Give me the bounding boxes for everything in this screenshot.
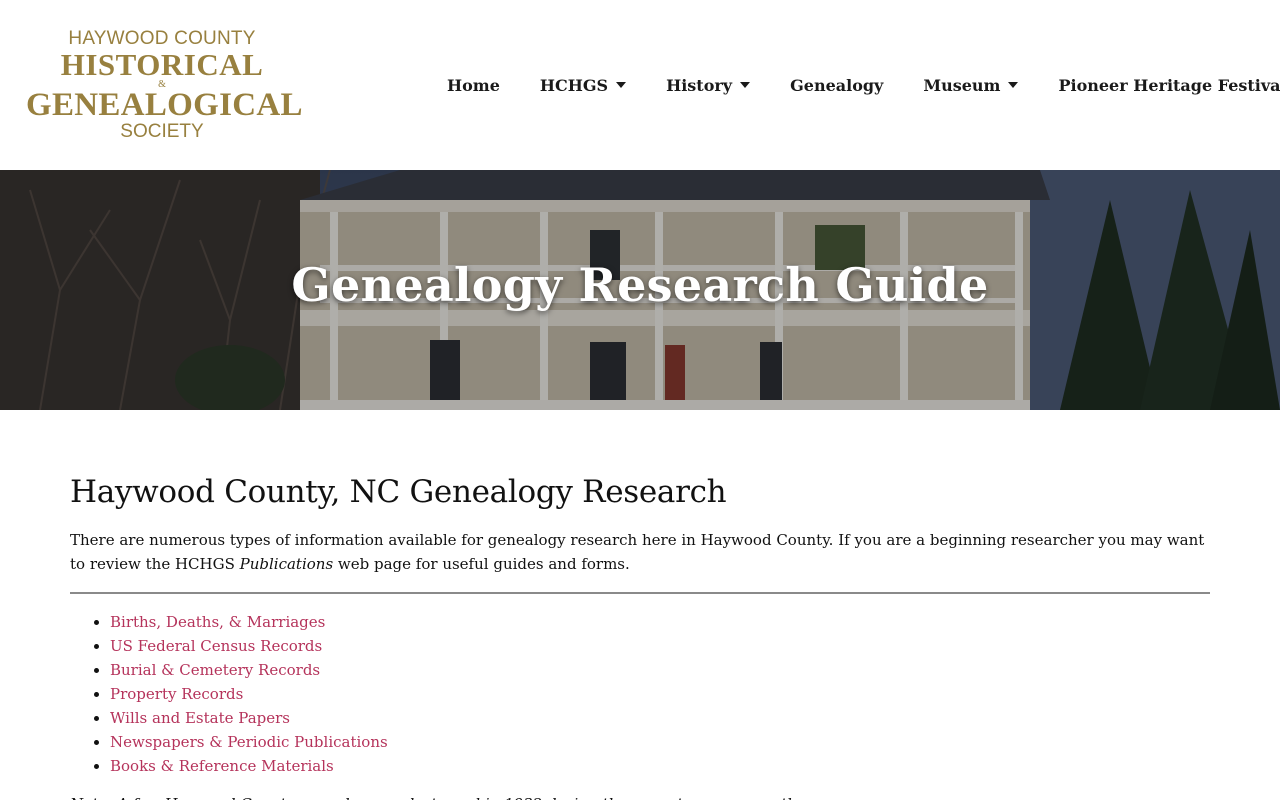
research-links-list: Births, Deaths, & Marriages US Federal C… <box>70 610 1210 778</box>
chevron-down-icon <box>616 82 627 88</box>
link-wills-estate-papers[interactable]: Wills and Estate Papers <box>110 709 290 727</box>
records-note: Note: A few Haywood County records were … <box>70 792 1210 800</box>
logo-line-historical: HISTORICAL <box>60 47 264 82</box>
nav-item-history[interactable]: History <box>666 75 751 95</box>
site-header: HAYWOOD COUNTY HISTORICAL & GENEALOGICAL… <box>0 0 1280 170</box>
nav-item-hchgs[interactable]: HCHGS <box>539 75 627 95</box>
section-heading: Haywood County, NC Genealogy Research <box>70 474 727 510</box>
list-item: Burial & Cemetery Records <box>110 658 1210 682</box>
link-property-records[interactable]: Property Records <box>110 685 243 703</box>
publications-reference: Publications <box>239 555 334 573</box>
hero-banner: Genealogy Research Guide <box>0 170 1280 410</box>
site-logo[interactable]: HAYWOOD COUNTY HISTORICAL & GENEALOGICAL… <box>26 28 303 152</box>
logo-line-society: SOCIETY <box>120 121 204 142</box>
nav-item-label: Genealogy <box>790 75 884 95</box>
logo-line-genealogical: GENEALOGICAL <box>26 87 303 123</box>
chevron-down-icon <box>740 82 751 88</box>
main-content: Haywood County, NC Genealogy Research Th… <box>70 470 1210 800</box>
list-item: Books & Reference Materials <box>110 754 1210 778</box>
nav-item-label: Home <box>447 75 500 95</box>
list-item: US Federal Census Records <box>110 634 1210 658</box>
link-books-reference[interactable]: Books & Reference Materials <box>110 757 334 775</box>
nav-item-label: Pioneer Heritage Festival <box>1058 75 1280 95</box>
nav-item-label: Museum <box>923 75 1001 95</box>
list-item: Newspapers & Periodic Publications <box>110 730 1210 754</box>
link-births-deaths-marriages[interactable]: Births, Deaths, & Marriages <box>110 613 325 631</box>
list-item: Births, Deaths, & Marriages <box>110 610 1210 634</box>
link-newspapers-periodicals[interactable]: Newspapers & Periodic Publications <box>110 733 388 751</box>
nav-item-label: History <box>666 75 733 95</box>
nav-item-label: HCHGS <box>539 75 609 95</box>
link-burial-cemetery-records[interactable]: Burial & Cemetery Records <box>110 661 320 679</box>
main-nav: Home HCHGS History Genealogy Museum Pion… <box>447 72 1280 98</box>
list-item: Property Records <box>110 682 1210 706</box>
link-census-records[interactable]: US Federal Census Records <box>110 637 322 655</box>
intro-paragraph: There are numerous types of information … <box>70 528 1210 576</box>
intro-text-end: web page for useful guides and forms. <box>333 555 630 573</box>
nav-item-pioneer-heritage-festival[interactable]: Pioneer Heritage Festival <box>1058 76 1280 95</box>
nav-item-museum[interactable]: Museum <box>923 75 1019 95</box>
chevron-down-icon <box>1008 82 1019 88</box>
nav-item-home[interactable]: Home <box>447 76 500 95</box>
nav-item-genealogy[interactable]: Genealogy <box>790 76 883 95</box>
divider <box>70 592 1210 594</box>
list-item: Wills and Estate Papers <box>110 706 1210 730</box>
page-title: Genealogy Research Guide <box>291 258 989 312</box>
